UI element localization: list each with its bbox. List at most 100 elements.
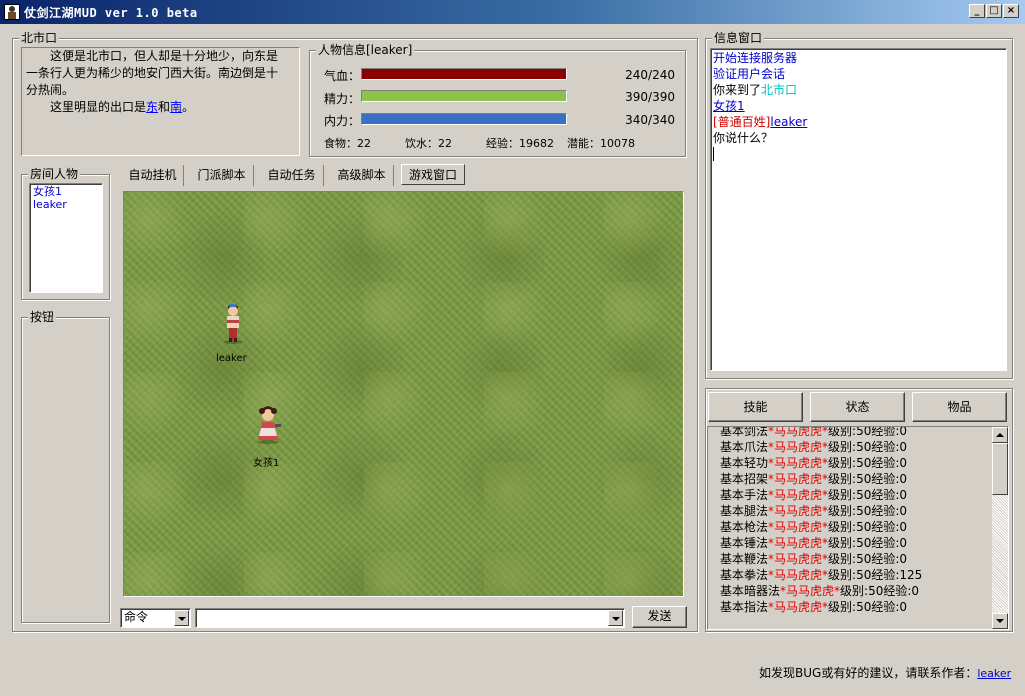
message-line: [普通百姓]leaker <box>713 114 1004 130</box>
scroll-thumb[interactable] <box>992 443 1008 495</box>
skill-row[interactable]: 基本枪法*马马虎虎*级别:50经验:0 <box>720 519 922 535</box>
message-line: 你说什么？ <box>713 131 774 145</box>
close-button[interactable]: × <box>1003 4 1019 18</box>
skill-rank: *马马虎虎* <box>768 552 829 566</box>
hp-label: 气血： <box>324 69 361 83</box>
npc-girl-sprite[interactable] <box>252 404 284 444</box>
command-type-select[interactable]: 命令 <box>120 608 191 628</box>
skill-level: 级别:50 <box>828 504 872 518</box>
tab-auto-hangup[interactable]: 自动挂机 <box>122 165 184 186</box>
room-person-item[interactable]: leaker <box>33 198 99 211</box>
message-text: 你来到了 <box>713 83 762 97</box>
player-sprite-graphic <box>224 304 242 344</box>
tab-game-window[interactable]: 游戏窗口 <box>401 164 465 185</box>
player-sprite[interactable] <box>220 302 246 344</box>
skill-name: 基本轻功 <box>720 456 769 470</box>
exit-south-link[interactable]: 南 <box>170 100 182 114</box>
skill-rank: *马马虎虎* <box>768 536 829 550</box>
skill-name: 基本枪法 <box>720 520 769 534</box>
skill-row[interactable]: 基本暗器法*马马虎虎*级别:50经验:0 <box>720 583 922 599</box>
skill-row[interactable]: 基本剑法*马马虎虎*级别:50经验:0 <box>720 426 922 439</box>
minimize-button[interactable]: _ <box>969 4 985 18</box>
send-button[interactable]: 发送 <box>632 606 687 628</box>
skill-level: 级别:50 <box>828 472 872 486</box>
skill-row[interactable]: 基本腿法*马马虎虎*级别:50经验:0 <box>720 503 922 519</box>
skill-exp: 经验:125 <box>871 568 923 582</box>
skill-exp: 经验:0 <box>871 504 908 518</box>
room-person-item[interactable]: 女孩1 <box>33 185 99 198</box>
skill-level: 级别:50 <box>840 584 884 598</box>
mana-value: 340/340 <box>625 113 675 127</box>
skill-rank: *马马虎虎* <box>768 568 829 582</box>
skill-row[interactable]: 基本手法*马马虎虎*级别:50经验:0 <box>720 487 922 503</box>
potential-stat: 潜能：10078 <box>567 137 635 150</box>
command-input[interactable] <box>195 608 625 628</box>
energy-bar-fill <box>362 91 566 101</box>
skill-exp: 经验:0 <box>871 426 908 438</box>
tab-auto-quest[interactable]: 自动任务 <box>260 165 324 186</box>
text-cursor <box>713 147 714 161</box>
skill-row[interactable]: 基本鞭法*马马虎虎*级别:50经验:0 <box>720 551 922 567</box>
items-button[interactable]: 物品 <box>912 392 1007 422</box>
skill-level: 级别:50 <box>828 456 872 470</box>
skill-name: 基本指法 <box>720 600 769 614</box>
game-map[interactable]: leaker 女孩1 <box>123 191 684 597</box>
skill-rank: *马马虎虎* <box>768 440 829 454</box>
skills-scrollbar[interactable] <box>992 427 1008 629</box>
skill-level: 级别:50 <box>828 536 872 550</box>
scroll-up-icon[interactable] <box>992 427 1008 443</box>
room-people-list[interactable]: 女孩1 leaker <box>29 183 103 293</box>
app-icon <box>4 4 20 20</box>
tab-sect-script[interactable]: 门派脚本 <box>190 165 254 186</box>
skill-row[interactable]: 基本锤法*马马虎虎*级别:50经验:0 <box>720 535 922 551</box>
skill-name: 基本爪法 <box>720 440 769 454</box>
message-log[interactable]: 开始连接服务器 验证用户会话 你来到了北市口 女孩1 [普通百姓]leaker … <box>710 48 1007 371</box>
skill-name: 基本拳法 <box>720 568 769 582</box>
message-player-title: [普通百姓] <box>713 115 771 129</box>
skill-exp: 经验:0 <box>871 552 908 566</box>
exits-and: 和 <box>158 100 171 114</box>
food-stat: 食物：22 <box>324 137 371 150</box>
skill-level: 级别:50 <box>828 488 872 502</box>
player-info-title: 人物信息[leaker] <box>316 43 415 57</box>
message-line: 开始连接服务器 <box>713 51 798 65</box>
exit-east-link[interactable]: 东 <box>146 100 158 114</box>
skill-rank: *马马虎虎* <box>768 456 829 470</box>
skill-exp: 经验:0 <box>883 584 920 598</box>
chevron-down-icon[interactable] <box>608 610 623 626</box>
info-window-title: 信息窗口 <box>712 31 765 45</box>
skill-row[interactable]: 基本招架*马马虎虎*级别:50经验:0 <box>720 471 922 487</box>
skill-row[interactable]: 基本轻功*马马虎虎*级别:50经验:0 <box>720 455 922 471</box>
location-description: 这便是北市口，但人却是十分地少，向东是一条行人更为稀少的地安门西大街。南边倒是十… <box>26 48 288 116</box>
chevron-down-icon[interactable] <box>174 610 189 626</box>
skills-list[interactable]: 基本剑法*马马虎虎*级别:50经验:0 基本爪法*马马虎虎*级别:50经验:0 基本… <box>707 426 1009 630</box>
skill-rank: *马马虎虎* <box>768 600 829 614</box>
energy-label: 精力： <box>324 92 361 106</box>
message-line: 你来到了北市口 <box>713 82 1004 98</box>
energy-bar <box>361 90 567 102</box>
skill-name: 基本暗器法 <box>720 584 781 598</box>
skill-row[interactable]: 基本拳法*马马虎虎*级别:50经验:125 <box>720 567 922 583</box>
skill-rank: *马马虎虎* <box>768 488 829 502</box>
skill-exp: 经验:0 <box>871 536 908 550</box>
mana-label: 内力： <box>324 114 361 128</box>
skill-name: 基本腿法 <box>720 504 769 518</box>
skill-level: 级别:50 <box>828 426 872 438</box>
skills-button[interactable]: 技能 <box>708 392 803 422</box>
skill-row[interactable]: 基本爪法*马马虎虎*级别:50经验:0 <box>720 439 922 455</box>
status-button[interactable]: 状态 <box>810 392 905 422</box>
skill-exp: 经验:0 <box>871 440 908 454</box>
tab-advanced-script[interactable]: 高级脚本 <box>330 165 394 186</box>
skill-level: 级别:50 <box>828 552 872 566</box>
skill-exp: 经验:0 <box>871 472 908 486</box>
skill-name: 基本手法 <box>720 488 769 502</box>
skill-row[interactable]: 基本指法*马马虎虎*级别:50经验:0 <box>720 599 922 615</box>
maximize-button[interactable]: □ <box>986 4 1002 18</box>
scroll-down-icon[interactable] <box>992 613 1008 629</box>
npc-girl-sprite-graphic <box>257 406 281 444</box>
footer-author-link[interactable]: leaker <box>977 667 1011 680</box>
message-npc-link[interactable]: 女孩1 <box>713 99 745 113</box>
message-player-link[interactable]: leaker <box>770 115 807 129</box>
player-name-label: leaker <box>216 353 247 364</box>
skill-rank: *马马虎虎* <box>780 584 841 598</box>
